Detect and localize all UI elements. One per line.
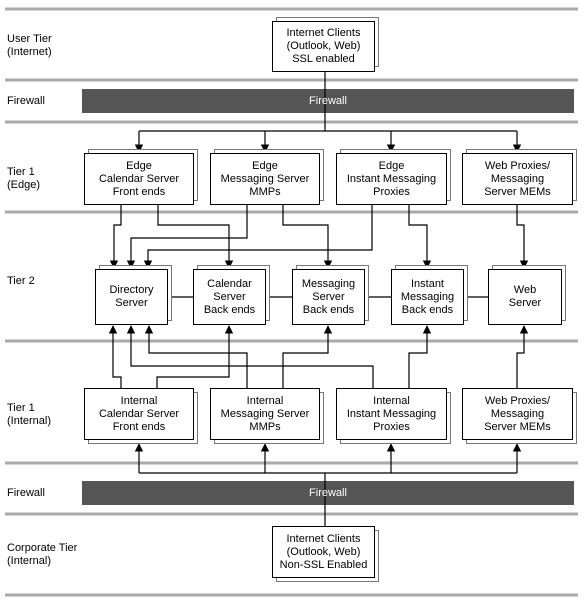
connector-edge-cal-to-directory	[109, 205, 122, 269]
connector-edge-msg-to-messaging	[282, 205, 333, 269]
connector-edge-web-to-web	[516, 205, 529, 269]
firewall-label-bottom: Firewall	[309, 487, 347, 499]
connector-int-msg-to-messaging	[282, 325, 333, 388]
node-web-server: Web Server	[488, 269, 562, 325]
tier-label-user: User Tier (Internet)	[7, 33, 52, 58]
node-edge-messaging: Edge Messaging Server MMPs	[210, 153, 320, 205]
node-internal-calendar: Internal Calendar Server Front ends	[84, 388, 194, 440]
node-messaging-backend: Messaging Server Back ends	[292, 269, 365, 325]
node-internal-web-proxies: Web Proxies/ Messaging Server MEMs	[462, 388, 573, 440]
connector-int-msg-to-directory	[144, 325, 248, 388]
tier-label-corporate: Corporate Tier (Internal)	[7, 542, 78, 567]
connector-int-cal-to-directory	[108, 325, 122, 388]
node-calendar-backend: Calendar Server Back ends	[193, 269, 266, 325]
node-internal-messaging: Internal Messaging Server MMPs	[210, 388, 320, 440]
node-internal-im: Internal Instant Messaging Proxies	[336, 388, 447, 440]
tier-label-tier2: Tier 2	[7, 275, 35, 287]
firewall-label-top: Firewall	[309, 95, 347, 107]
node-directory-server: Directory Server	[95, 269, 168, 325]
connector-int-im-to-im	[408, 325, 432, 388]
connector-int-im-to-directory	[126, 325, 374, 388]
connector-int-web-to-web	[516, 325, 529, 388]
connector-edge-im-to-im	[408, 205, 432, 269]
tier-label-firewall-top: Firewall	[7, 95, 45, 107]
node-edge-calendar: Edge Calendar Server Front ends	[84, 153, 194, 205]
connector-int-cal-to-calendar	[156, 325, 234, 388]
connector-edge-im-to-directory	[143, 205, 373, 269]
connector-edge-cal-to-calendar	[157, 205, 234, 269]
tier-label-firewall-bottom: Firewall	[7, 487, 45, 499]
node-edge-web-proxies: Web Proxies/ Messaging Server MEMs	[462, 153, 573, 205]
node-internet-clients-non-ssl: Internet Clients (Outlook, Web) Non-SSL …	[272, 526, 375, 578]
node-edge-im: Edge Instant Messaging Proxies	[336, 153, 447, 205]
node-im-backend: Instant Messaging Back ends	[391, 269, 464, 325]
tier-label-edge: Tier 1 (Edge)	[7, 166, 41, 191]
node-internet-clients-ssl: Internet Clients (Outlook, Web) SSL enab…	[272, 21, 375, 72]
tier-label-internal: Tier 1 (Internal)	[7, 402, 52, 427]
